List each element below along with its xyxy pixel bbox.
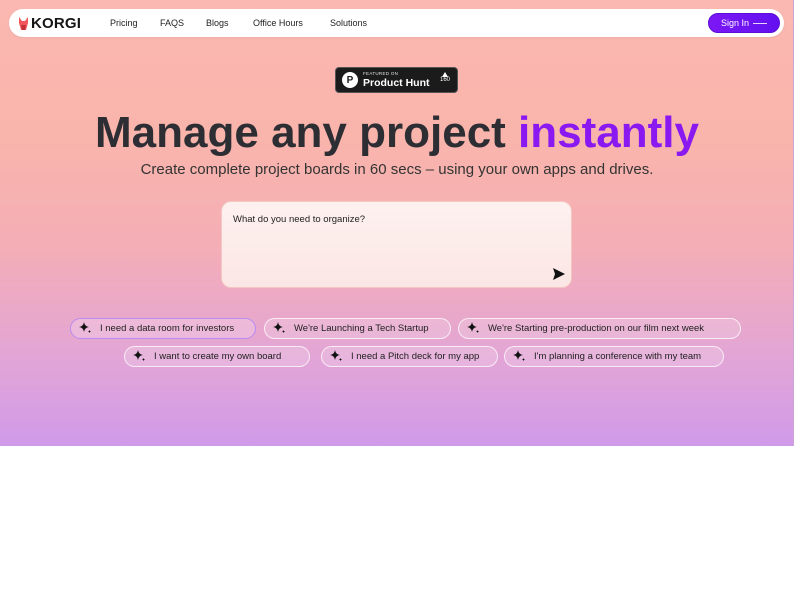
suggestion-chip-conference[interactable]: I'm planning a conference with my team xyxy=(504,346,724,367)
nav-link-faqs[interactable]: FAQS xyxy=(160,9,184,37)
suggestion-chip-tech-startup[interactable]: We're Launching a Tech Startup xyxy=(264,318,451,339)
sparkle-icon xyxy=(273,322,285,333)
hero-title: Manage any project instantly xyxy=(0,106,793,160)
suggestion-chip-data-room[interactable]: I need a data room for investors xyxy=(70,318,256,339)
suggestion-label: I need a Pitch deck for my app xyxy=(351,351,480,362)
ph-vote-count: 160 xyxy=(439,77,450,83)
nav-link-office-hours[interactable]: Office Hours xyxy=(253,9,303,37)
hero-title-main: Manage any project xyxy=(95,108,506,157)
sparkle-icon xyxy=(79,322,91,333)
prompt-input[interactable]: What do you need to organize? xyxy=(221,201,572,288)
product-hunt-icon: P xyxy=(342,72,358,88)
sparkle-icon xyxy=(467,322,479,333)
top-navbar: KORGI Pricing FAQS Blogs Office Hours So… xyxy=(9,9,784,37)
suggestion-chip-own-board[interactable]: I want to create my own board xyxy=(124,346,310,367)
nav-link-pricing[interactable]: Pricing xyxy=(110,9,138,37)
nav-link-solutions[interactable]: Solutions xyxy=(330,9,367,37)
korgi-logo[interactable]: KORGI xyxy=(18,15,108,32)
suggestion-chip-film-production[interactable]: We're Starting pre-production on our fil… xyxy=(458,318,741,339)
landing-page: KORGI Pricing FAQS Blogs Office Hours So… xyxy=(0,0,794,446)
suggestion-label: We're Starting pre-production on our fil… xyxy=(488,323,705,334)
sparkle-icon xyxy=(513,350,525,361)
send-arrow-icon[interactable] xyxy=(552,267,566,281)
sign-in-button[interactable]: Sign In xyxy=(708,13,780,33)
nav-link-blogs[interactable]: Blogs xyxy=(206,9,229,37)
korgi-dog-icon xyxy=(19,16,28,30)
product-hunt-badge[interactable]: P FEATURED ON Product Hunt 160 xyxy=(335,67,458,93)
suggestion-label: I'm planning a conference with my team xyxy=(534,351,702,362)
hero-title-accent: instantly xyxy=(518,108,699,157)
suggestion-chip-pitch-deck[interactable]: I need a Pitch deck for my app xyxy=(321,346,498,367)
sparkle-icon xyxy=(133,350,145,361)
arrow-line-icon xyxy=(753,22,768,24)
sparkle-icon xyxy=(330,350,342,361)
sign-in-label: Sign In xyxy=(720,18,750,28)
logo-text: KORGI xyxy=(31,14,82,32)
ph-votes: 160 xyxy=(440,72,450,84)
hero-subtitle: Create complete project boards in 60 sec… xyxy=(140,161,654,178)
suggestion-label: We're Launching a Tech Startup xyxy=(294,323,429,334)
suggestion-label: I need a data room for investors xyxy=(100,323,235,334)
prompt-placeholder: What do you need to organize? xyxy=(233,214,366,225)
ph-featured-label: FEATURED ON xyxy=(363,71,399,76)
ph-name: Product Hunt xyxy=(363,76,430,89)
suggestion-label: I want to create my own board xyxy=(154,351,282,362)
